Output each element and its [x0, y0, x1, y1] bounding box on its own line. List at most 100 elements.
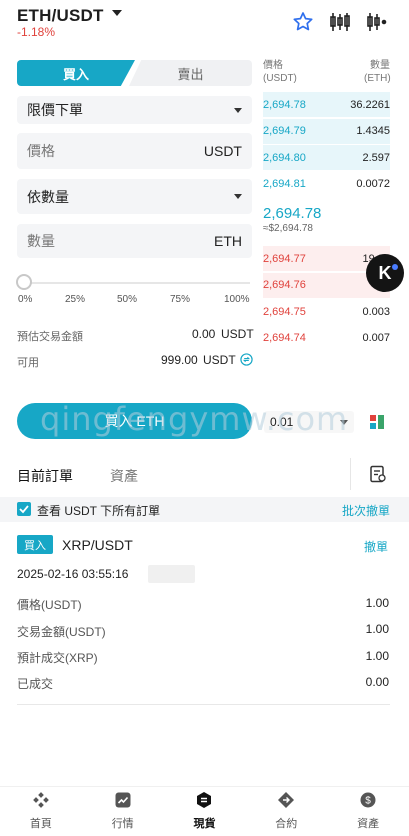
tab-open-orders[interactable]: 目前訂單: [17, 466, 73, 486]
order-detail-label: 交易金額(USDT): [17, 625, 106, 639]
bid-quantity: 36.2261: [350, 98, 390, 111]
floating-app-logo[interactable]: K: [366, 254, 404, 292]
market-icon: [115, 792, 131, 808]
bid-price: 2,694.79: [263, 125, 306, 137]
quantity-unit: ETH: [214, 233, 242, 249]
price-unit: USDT: [203, 143, 242, 159]
order-detail-label: 價格(USDT): [17, 598, 82, 612]
tab-assets[interactable]: 資產: [110, 466, 138, 486]
order-status-tag: [148, 565, 195, 583]
amount-slider-handle[interactable]: [16, 274, 32, 290]
bid-row[interactable]: 2,694.81 0.0072: [263, 172, 390, 197]
price-change: -1.18%: [17, 25, 56, 39]
bid-row[interactable]: 2,694.78 36.2261: [263, 92, 390, 117]
chevron-down-icon: [234, 107, 242, 113]
svg-text:$: $: [365, 796, 371, 807]
notification-dot: [392, 264, 398, 270]
more-options-icon[interactable]: [364, 10, 388, 34]
cancel-order-button[interactable]: 撤單: [364, 538, 388, 555]
estimate-value: 0.00: [192, 327, 216, 341]
slider-mark-75[interactable]: 75%: [170, 294, 190, 305]
order-detail-label: 已成交: [17, 677, 54, 691]
wallet-icon: $: [360, 792, 376, 808]
orderbook-price-header: 價格 (USDT): [263, 60, 297, 84]
orderbook-qty-header: 數量 (ETH): [364, 60, 391, 84]
spot-icon: [197, 792, 212, 808]
order-detail-value: 1.00: [365, 622, 389, 636]
watermark-text: qingfengymw.com: [40, 400, 349, 438]
ask-price: 2,694.75: [263, 305, 306, 318]
mid-price: 2,694.78: [263, 205, 322, 222]
bid-row[interactable]: 2,694.80 2.597: [263, 145, 390, 170]
quantity-placeholder: 數量: [27, 233, 55, 249]
chevron-down-icon: [234, 194, 242, 199]
price-input[interactable]: 價格 USDT: [17, 133, 252, 169]
order-detail-value: 1.00: [365, 596, 389, 610]
ask-quantity: 0.003: [362, 305, 390, 318]
slider-mark-0[interactable]: 0%: [18, 294, 32, 305]
nav-market[interactable]: 行情: [82, 787, 164, 836]
ask-price: 2,694.74: [263, 332, 306, 344]
nav-futures-label: 合約: [275, 818, 298, 830]
sell-tab[interactable]: 賣出: [129, 60, 252, 86]
tab-divider: [350, 458, 351, 490]
ask-row[interactable]: 2,694.74 0.007: [263, 326, 390, 351]
nav-home-label: 首頁: [29, 818, 52, 830]
mid-price-usd: ≈$2,694.78: [263, 223, 313, 234]
amount-slider-track[interactable]: [25, 282, 250, 284]
nav-spot[interactable]: 現貨: [164, 787, 246, 836]
home-icon: [33, 792, 49, 808]
order-history-icon[interactable]: [369, 465, 387, 483]
quantity-input[interactable]: 數量 ETH: [17, 224, 252, 258]
order-detail-value: 1.00: [365, 649, 389, 663]
nav-spot-label: 現貨: [193, 818, 216, 830]
orderbook-layout-icon[interactable]: [370, 415, 384, 429]
show-all-checkbox[interactable]: [17, 502, 31, 516]
estimate-unit: USDT: [221, 327, 254, 341]
futures-icon: [278, 792, 295, 808]
nav-futures[interactable]: 合約: [245, 787, 327, 836]
nav-home[interactable]: 首頁: [0, 787, 82, 836]
pair-dropdown-icon[interactable]: [112, 10, 122, 16]
ask-price: 2,694.76: [263, 279, 306, 291]
candlestick-chart-icon[interactable]: [328, 10, 352, 34]
bid-quantity: 1.4345: [356, 125, 390, 137]
bid-price: 2,694.78: [263, 98, 306, 111]
ask-price: 2,694.77: [263, 252, 306, 265]
order-type-select[interactable]: 限價下單: [17, 96, 252, 124]
price-placeholder: 價格: [27, 143, 55, 159]
bid-row[interactable]: 2,694.79 1.4345: [263, 118, 390, 144]
ask-row[interactable]: 2,694.75 0.003: [263, 299, 390, 324]
amount-mode-value: 依數量: [27, 188, 69, 205]
check-icon: [19, 505, 29, 514]
bottom-nav: 首頁 行情 現貨 合約 $ 資產: [0, 786, 409, 836]
nav-assets-label: 資產: [357, 818, 380, 830]
star-icon[interactable]: [291, 10, 315, 34]
nav-market-label: 行情: [111, 818, 134, 830]
available-label: 可用: [17, 357, 39, 369]
bid-price: 2,694.80: [263, 151, 306, 164]
bid-quantity: 0.0072: [356, 178, 390, 190]
buy-tab[interactable]: 買入: [17, 60, 135, 86]
pair-title[interactable]: ETH/USDT: [17, 6, 104, 26]
bid-price: 2,694.81: [263, 178, 306, 190]
slider-mark-50[interactable]: 50%: [117, 294, 137, 305]
order-pair: XRP/USDT: [62, 537, 133, 553]
order-detail-value: 0.00: [365, 675, 389, 689]
available-value: 999.00: [161, 353, 198, 367]
show-all-label[interactable]: 查看 USDT 下所有訂單: [37, 502, 160, 519]
nav-assets[interactable]: $ 資產: [327, 787, 409, 836]
available-unit: USDT: [203, 353, 236, 367]
slider-mark-25[interactable]: 25%: [65, 294, 85, 305]
order-separator: [17, 704, 390, 705]
order-side-badge: 買入: [17, 535, 53, 554]
order-datetime: 2025-02-16 03:55:16: [17, 567, 129, 581]
bid-quantity: 2.597: [362, 151, 390, 164]
amount-mode-select[interactable]: 依數量: [17, 179, 252, 214]
estimate-label: 預估交易金額: [17, 331, 83, 343]
trade-side-tabs: 買入 賣出: [17, 60, 252, 86]
slider-mark-100[interactable]: 100%: [224, 294, 250, 305]
batch-cancel-button[interactable]: 批次撤單: [342, 502, 390, 519]
transfer-icon[interactable]: [240, 353, 253, 366]
order-detail-label: 預計成交(XRP): [17, 651, 98, 665]
